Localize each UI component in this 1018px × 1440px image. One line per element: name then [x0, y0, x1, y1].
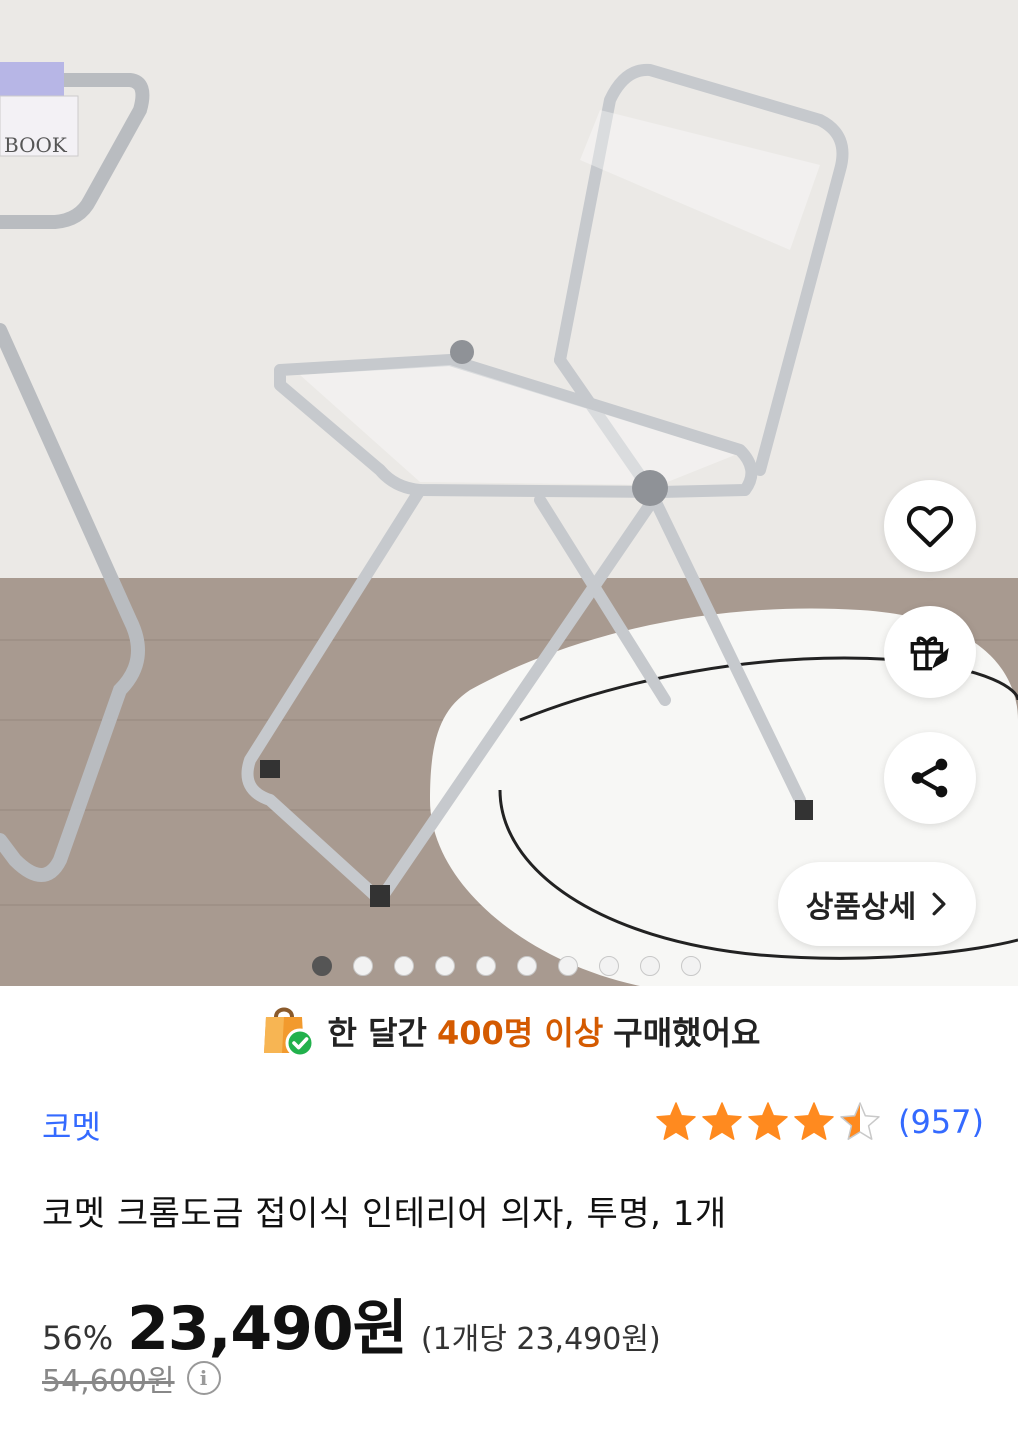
gallery-dot[interactable] — [353, 956, 373, 976]
gift-rocket-icon — [910, 636, 949, 671]
wishlist-button[interactable] — [884, 480, 976, 572]
gallery-dot[interactable] — [435, 956, 455, 976]
original-price: 54,600원 — [42, 1364, 175, 1399]
star-icon — [656, 1102, 696, 1140]
star-icon — [702, 1102, 742, 1140]
banner-highlight: 400명 이상 — [437, 1014, 604, 1052]
share-button[interactable] — [884, 732, 976, 824]
banner-prefix: 한 달간 — [327, 1014, 427, 1052]
info-icon[interactable]: i — [186, 1361, 221, 1395]
sale-price: 23,490원 — [127, 1294, 408, 1364]
product-detail-button[interactable]: 상품상세 — [778, 862, 976, 946]
purchase-count-banner: 한 달간 400명 이상 구매했어요 — [0, 996, 1018, 1066]
chevron-right-icon — [932, 892, 946, 916]
star-icon — [840, 1102, 880, 1140]
shopping-bag-check-icon — [263, 1007, 315, 1058]
gallery-pagination — [312, 956, 701, 976]
star-icon — [794, 1102, 834, 1140]
unit-price: (1개당 23,490원) — [420, 1322, 661, 1357]
price-row: 56% 23,490원 (1개당 23,490원) — [42, 1280, 661, 1367]
star-rating — [656, 1102, 880, 1140]
banner-suffix: 구매했어요 — [613, 1014, 761, 1052]
product-image-gallery[interactable]: BOOK 상품상세 — [0, 0, 1018, 986]
product-detail-label: 상품상세 — [805, 890, 917, 925]
gallery-dot[interactable] — [599, 956, 619, 976]
gallery-dot[interactable] — [476, 956, 496, 976]
product-title: 코멧 크롬도금 접이식 인테리어 의자, 투명, 1개 — [42, 1194, 727, 1234]
review-count[interactable]: (957) — [898, 1103, 984, 1141]
heart-icon — [906, 506, 954, 548]
gallery-dot[interactable] — [558, 956, 578, 976]
share-icon — [911, 758, 948, 798]
gallery-dot[interactable] — [517, 956, 537, 976]
gallery-dot[interactable] — [394, 956, 414, 976]
discount-rate: 56% — [42, 1319, 114, 1357]
rating-summary[interactable]: (957) — [654, 1100, 984, 1144]
star-icon — [748, 1102, 788, 1140]
gift-button[interactable] — [884, 606, 976, 698]
book-label: BOOK — [4, 133, 68, 157]
gallery-dot[interactable] — [312, 956, 332, 976]
gallery-dot[interactable] — [681, 956, 701, 976]
gallery-dot[interactable] — [640, 956, 660, 976]
seller-link[interactable]: 코멧 — [42, 1102, 101, 1148]
original-price-row: 54,600원 i — [42, 1356, 221, 1400]
product-photo: BOOK — [0, 0, 1018, 986]
